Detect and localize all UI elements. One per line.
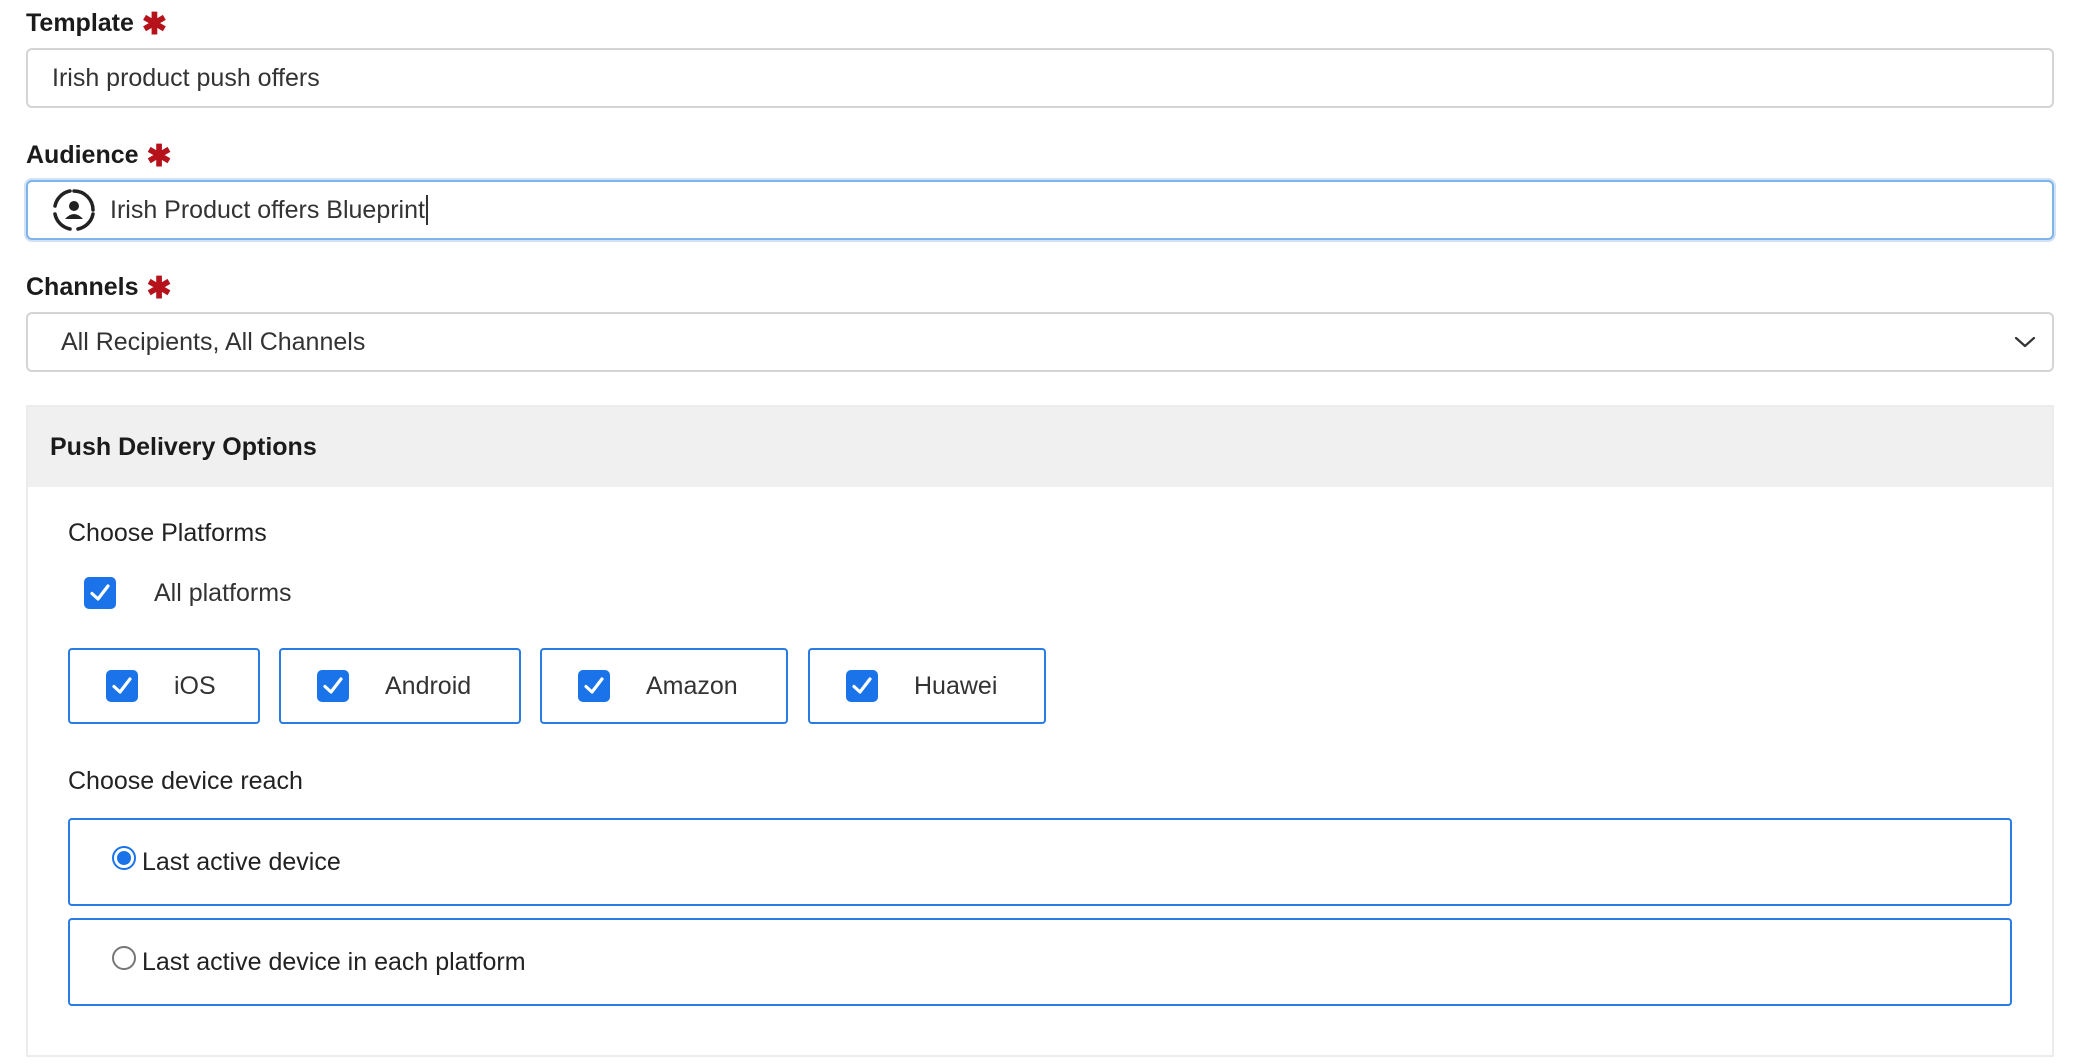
- platform-amazon[interactable]: Amazon: [540, 648, 788, 724]
- platform-label: Amazon: [646, 671, 738, 700]
- radio-selected-icon[interactable]: [112, 846, 136, 870]
- required-asterisk-icon: ✱: [141, 8, 168, 41]
- choose-platforms-title: Choose Platforms: [68, 519, 267, 547]
- platform-huawei[interactable]: Huawei: [808, 648, 1046, 724]
- checkbox-checked-icon[interactable]: [317, 670, 349, 702]
- reach-option-label: Last active device in each platform: [142, 947, 526, 976]
- template-label: Template ✱: [26, 8, 168, 41]
- checkbox-checked-icon[interactable]: [578, 670, 610, 702]
- channels-select[interactable]: All Recipients, All Channels: [26, 312, 2054, 372]
- audience-label: Audience ✱: [26, 140, 172, 173]
- audience-input-value: Irish Product offers Blueprint: [110, 195, 425, 224]
- text-cursor: [425, 195, 428, 225]
- platform-android[interactable]: Android: [279, 648, 521, 724]
- push-delivery-header: Push Delivery Options: [28, 407, 2052, 487]
- campaign-form: Template ✱ Irish product push offers Aud…: [0, 0, 2076, 1064]
- platform-label: Huawei: [914, 671, 998, 700]
- checkbox-checked-icon[interactable]: [846, 670, 878, 702]
- audience-segment-icon: [53, 189, 95, 231]
- template-input[interactable]: Irish product push offers: [26, 48, 2054, 108]
- choose-device-reach-title: Choose device reach: [68, 767, 303, 795]
- reach-option-last-active-each-platform[interactable]: Last active device in each platform: [68, 918, 2012, 1006]
- required-asterisk-icon: ✱: [146, 272, 172, 305]
- reach-option-last-active-device[interactable]: Last active device: [68, 818, 2012, 906]
- template-input-value: Irish product push offers: [52, 63, 320, 92]
- platform-label: iOS: [174, 671, 216, 700]
- platform-label: Android: [385, 671, 472, 700]
- reach-option-label: Last active device: [142, 847, 341, 876]
- channels-label: Channels ✱: [26, 272, 172, 305]
- all-platforms-label: All platforms: [154, 578, 292, 607]
- chevron-down-icon: [2014, 336, 2036, 348]
- checkbox-checked-icon[interactable]: [106, 670, 138, 702]
- required-asterisk-icon: ✱: [146, 140, 172, 173]
- all-platforms-checkbox[interactable]: All platforms: [84, 577, 292, 609]
- checkbox-checked-icon[interactable]: [84, 577, 116, 609]
- channels-selected-value: All Recipients, All Channels: [61, 327, 366, 356]
- platform-ios[interactable]: iOS: [68, 648, 260, 724]
- radio-unselected-icon[interactable]: [112, 946, 136, 970]
- audience-input[interactable]: Irish Product offers Blueprint: [26, 180, 2054, 240]
